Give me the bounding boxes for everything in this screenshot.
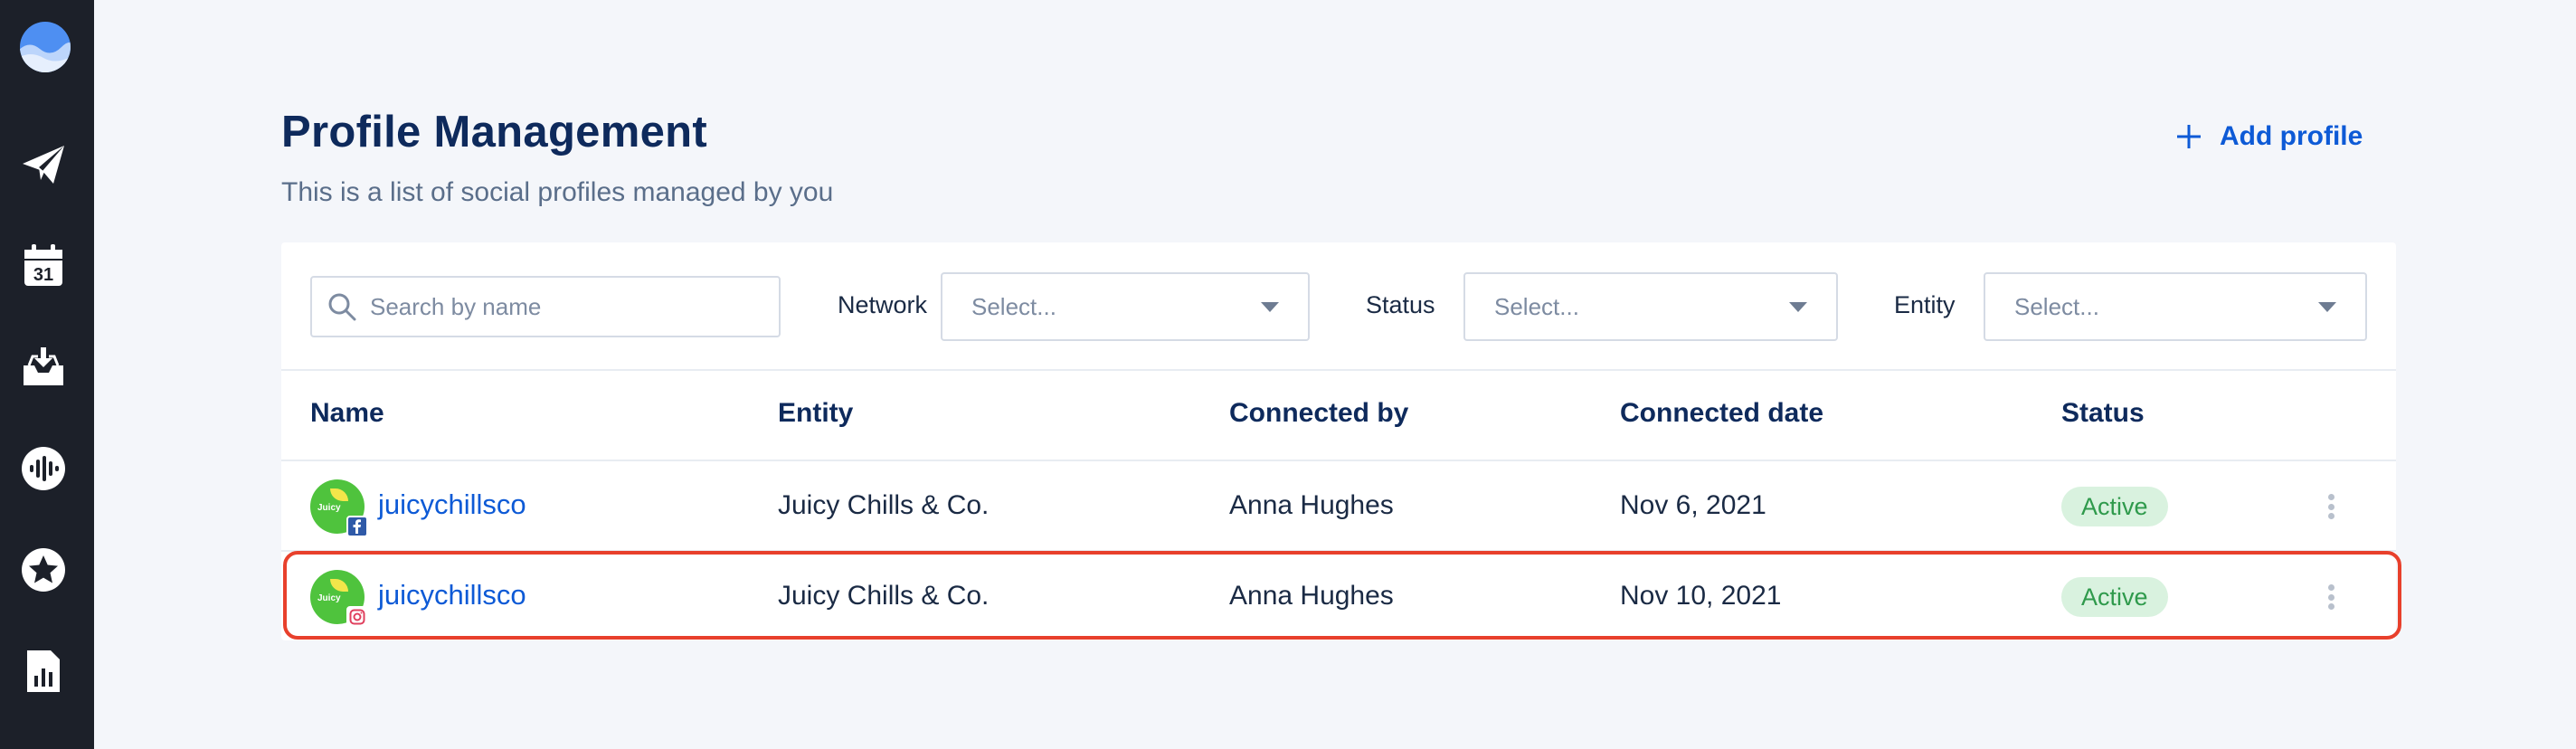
status-badge: Active (2061, 487, 2168, 526)
filter-bar: Network Select... Status Select... Entit… (281, 242, 2396, 371)
add-profile-label: Add profile (2220, 121, 2363, 151)
send-icon[interactable] (20, 141, 67, 188)
profiles-card: Network Select... Status Select... Entit… (281, 242, 2396, 640)
avatar-logo-mark: Juicy (317, 593, 341, 603)
row-actions-menu-icon[interactable] (2322, 488, 2340, 525)
listening-icon[interactable] (20, 445, 67, 492)
chevron-down-icon (1261, 301, 1279, 312)
calendar-day-number: 31 (33, 265, 53, 285)
entity-filter-label: Entity (1894, 291, 1956, 318)
lemon-logo-icon (330, 488, 348, 501)
profile-name-link[interactable]: juicychillsco (378, 488, 526, 521)
connected-date-cell: Nov 10, 2021 (1620, 581, 1782, 611)
connected-by-cell: Anna Hughes (1229, 490, 1394, 520)
instagram-icon (346, 606, 368, 628)
page-title: Profile Management (281, 108, 707, 156)
entity-select-value: Select... (2014, 292, 2099, 320)
table-row[interactable]: Juicy juicychillsco Juicy Chills & Co. A… (281, 550, 2396, 640)
status-badge: Active (2061, 577, 2168, 617)
column-header-name[interactable]: Name (310, 398, 384, 429)
logo-icon[interactable] (18, 20, 72, 74)
entity-select[interactable]: Select... (1984, 272, 2367, 341)
reports-icon[interactable] (20, 648, 67, 695)
entity-cell: Juicy Chills & Co. (778, 581, 990, 611)
network-select-value: Select... (971, 292, 1056, 320)
search-icon (327, 291, 357, 322)
connected-by-cell: Anna Hughes (1229, 581, 1394, 611)
avatar: Juicy (310, 570, 368, 628)
status-select-value: Select... (1494, 292, 1579, 320)
add-profile-button[interactable]: Add profile (2176, 114, 2363, 159)
inbox-icon[interactable] (20, 344, 67, 391)
status-filter-label: Status (1366, 291, 1435, 318)
connected-date-cell: Nov 6, 2021 (1620, 490, 1766, 520)
table-row[interactable]: Juicy juicychillsco Juicy Chills & Co. A… (281, 460, 2396, 550)
row-actions-menu-icon[interactable] (2322, 579, 2340, 615)
column-header-status[interactable]: Status (2061, 398, 2145, 429)
column-header-connected-by[interactable]: Connected by (1229, 398, 1408, 429)
column-header-connected-date[interactable]: Connected date (1620, 398, 1823, 429)
chevron-down-icon (1789, 301, 1807, 312)
search-input[interactable] (370, 292, 750, 321)
reviews-icon[interactable] (20, 546, 67, 593)
calendar-icon[interactable]: 31 (20, 242, 67, 289)
chevron-down-icon (2318, 301, 2336, 312)
column-header-entity[interactable]: Entity (778, 398, 853, 429)
profile-name-link[interactable]: juicychillsco (378, 579, 526, 612)
lemon-logo-icon (330, 579, 348, 592)
avatar: Juicy (310, 479, 368, 537)
status-select[interactable]: Select... (1463, 272, 1838, 341)
facebook-icon (346, 516, 368, 537)
sidebar: 31 (0, 0, 94, 749)
network-select[interactable]: Select... (941, 272, 1310, 341)
network-filter-label: Network (838, 291, 928, 318)
plus-icon (2177, 125, 2201, 148)
search-box[interactable] (310, 276, 781, 337)
entity-cell: Juicy Chills & Co. (778, 490, 990, 520)
avatar-logo-mark: Juicy (317, 503, 341, 513)
page-subtitle: This is a list of social profiles manage… (281, 177, 834, 207)
